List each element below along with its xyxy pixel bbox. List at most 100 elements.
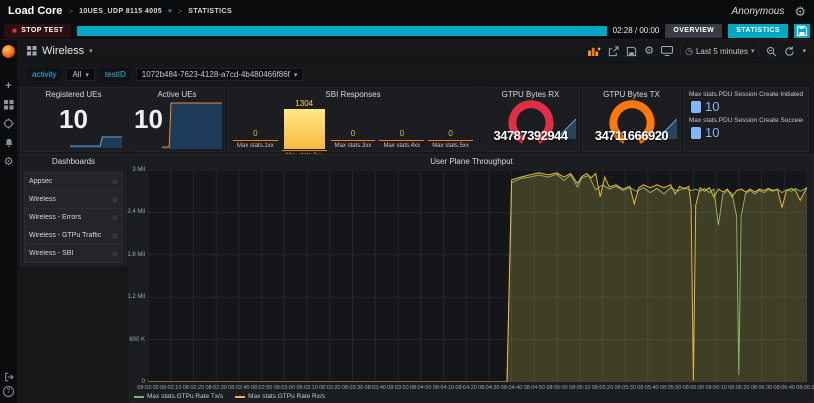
testid-filter-select[interactable]: 1072b484-7623-4128-a7cd-4b480466f86f ▾ bbox=[136, 68, 304, 81]
x-tick-label: 08:02:40 bbox=[228, 385, 249, 391]
throughput-plot[interactable] bbox=[148, 170, 807, 382]
x-tick-label: 08:05:00 bbox=[546, 385, 567, 391]
star-icon[interactable]: ☆ bbox=[112, 232, 118, 240]
chevron-down-icon[interactable]: ▾ bbox=[168, 7, 172, 15]
stat-label: Max stats.PDU Session Create Succeeded bbox=[689, 117, 803, 124]
sbi-value: 1304 bbox=[295, 99, 313, 109]
dashboard-grid-icon bbox=[27, 46, 37, 56]
chart-panels-icon[interactable] bbox=[588, 46, 601, 56]
y-tick-label: 600 K bbox=[129, 337, 145, 343]
user-plane-throughput-panel[interactable]: User Plane Throughput 3 Mil2.4 Mil1.8 Mi… bbox=[129, 154, 814, 403]
save-dashboard-icon[interactable] bbox=[626, 46, 637, 57]
legend-item[interactable]: Max stats.GTPu Rate Rx/s bbox=[235, 393, 325, 400]
breadcrumb-test-name[interactable]: 10UES_UDP 8115 4005 bbox=[79, 8, 162, 15]
pdu-succeeded-stat: Max stats.PDU Session Create Succeeded 1… bbox=[689, 117, 803, 140]
settings-gear-icon[interactable]: ⚙ bbox=[2, 155, 15, 168]
chart-title: User Plane Throughput bbox=[130, 155, 813, 166]
breadcrumb-separator: > bbox=[178, 7, 183, 16]
dashboards-panel: Dashboards Appsec ☆ Wireless ☆ Wireless … bbox=[20, 154, 127, 266]
active-ues-panel[interactable]: Active UEs 10 bbox=[129, 87, 225, 152]
x-tick-label: 08:05:30 bbox=[614, 385, 635, 391]
save-results-button[interactable] bbox=[794, 24, 810, 38]
chevron-down-icon[interactable]: ▾ bbox=[89, 47, 93, 55]
sbi-value: 0 bbox=[351, 129, 355, 139]
sign-in-icon[interactable] bbox=[2, 370, 15, 383]
x-tick-label: 08:05:10 bbox=[569, 385, 590, 391]
x-tick-label: 08:04:30 bbox=[478, 385, 499, 391]
gtpu-bytes-rx-value: 34787392944 bbox=[482, 128, 579, 143]
star-icon[interactable]: ☆ bbox=[112, 214, 118, 222]
add-icon[interactable]: + bbox=[2, 79, 15, 92]
activity-filter-label: activity bbox=[27, 68, 61, 81]
pdu-session-stats-panel[interactable]: Max stats.PDU Session Create Initiated 1… bbox=[683, 87, 809, 152]
x-tick-label: 08:06:00 bbox=[683, 385, 704, 391]
gtpu-bytes-tx-panel[interactable]: GTPU Bytes TX 34711666920 bbox=[582, 87, 681, 152]
gear-icon[interactable]: ⚙ bbox=[794, 5, 806, 18]
dashboard-item-wireless[interactable]: Wireless ☆ bbox=[24, 190, 123, 208]
x-tick-label: 08:06:50 bbox=[796, 385, 814, 391]
dashboard-item-label: Wireless - SBI bbox=[29, 250, 73, 257]
activity-filter-select[interactable]: All ▾ bbox=[66, 68, 94, 81]
sbi-bar-chart: 0 Max stats.1xx 1304 Max stats.2xx 0 Max… bbox=[231, 99, 475, 149]
x-axis: 08:02:0008:02:1008:02:2008:02:3008:02:40… bbox=[148, 385, 807, 393]
time-range-picker[interactable]: ◷ Last 5 minutes ▾ bbox=[680, 46, 759, 57]
panel-title: Active UEs bbox=[130, 88, 224, 99]
tv-mode-icon[interactable] bbox=[661, 46, 673, 56]
progress-fill bbox=[77, 26, 606, 36]
x-tick-label: 08:03:30 bbox=[342, 385, 363, 391]
dashboard-item-wireless-sbi[interactable]: Wireless - SBI ☆ bbox=[24, 244, 123, 263]
stop-icon: ■ bbox=[12, 27, 17, 35]
x-tick-label: 08:03:10 bbox=[296, 385, 317, 391]
alerts-bell-icon[interactable] bbox=[2, 136, 15, 149]
dashboard-item-wireless-errors[interactable]: Wireless - Errors ☆ bbox=[24, 208, 123, 226]
explore-compass-icon[interactable] bbox=[2, 117, 15, 130]
dashboard-item-label: Wireless - GTPu Traffic bbox=[29, 232, 101, 239]
test-progress-bar bbox=[77, 26, 606, 36]
grafana-logo[interactable] bbox=[2, 45, 15, 58]
overview-button[interactable]: OVERVIEW bbox=[665, 24, 722, 38]
dashboard-item-wireless-gtpu-traffic[interactable]: Wireless - GTPu Traffic ☆ bbox=[24, 226, 123, 244]
panel-title: SBI Responses bbox=[228, 88, 478, 99]
dashboard-item-label: Appsec bbox=[29, 178, 52, 185]
star-icon[interactable]: ☆ bbox=[112, 178, 118, 186]
sbi-responses-panel[interactable]: SBI Responses 0 Max stats.1xx 1304 Max s… bbox=[227, 87, 479, 152]
legend-label: Max stats.GTPu Rate Rx/s bbox=[248, 393, 325, 400]
share-icon[interactable] bbox=[608, 46, 619, 57]
dashboard-toolbar: Wireless ▾ ⚙ ◷ Last 5 min bbox=[17, 40, 814, 63]
refresh-icon[interactable] bbox=[784, 46, 795, 57]
sbi-bar-col-2xx: 1304 Max stats.2xx bbox=[282, 99, 327, 149]
sbi-bar-label: Max stats.4xx bbox=[383, 141, 420, 149]
legend-label: Max stats.GTPu Rate Tx/s bbox=[147, 393, 223, 400]
stat-color-swatch bbox=[691, 101, 701, 113]
help-icon[interactable]: ? bbox=[3, 386, 14, 397]
statistics-button[interactable]: STATISTICS bbox=[728, 24, 788, 38]
pdu-initiated-stat: Max stats.PDU Session Create Initiated 1… bbox=[689, 91, 803, 114]
dashboard-item-appsec[interactable]: Appsec ☆ bbox=[24, 172, 123, 190]
zoom-out-icon[interactable] bbox=[766, 46, 777, 57]
app-window: Load Core > 10UES_UDP 8115 4005 ▾ > STAT… bbox=[0, 0, 814, 403]
registered-ues-panel[interactable]: Registered UEs 10 bbox=[20, 87, 127, 152]
stop-test-button[interactable]: ■ STOP TEST bbox=[4, 24, 71, 38]
legend-item[interactable]: Max stats.GTPu Rate Tx/s bbox=[134, 393, 223, 400]
top-bar: Load Core > 10UES_UDP 8115 4005 ▾ > STAT… bbox=[0, 0, 814, 22]
gtpu-bytes-rx-panel[interactable]: GTPU Bytes RX 34787392944 bbox=[481, 87, 580, 152]
panel-title: Registered UEs bbox=[21, 88, 126, 99]
star-icon[interactable]: ☆ bbox=[112, 250, 118, 258]
dashboard-name[interactable]: Wireless bbox=[42, 45, 84, 57]
dashboards-grid-icon[interactable] bbox=[2, 98, 15, 111]
app-title: Load Core bbox=[8, 5, 62, 17]
star-icon[interactable]: ☆ bbox=[112, 196, 118, 204]
active-ues-area-sparkline bbox=[162, 101, 222, 149]
x-tick-label: 08:05:20 bbox=[592, 385, 613, 391]
breadcrumb-page-statistics[interactable]: STATISTICS bbox=[188, 8, 232, 15]
gtpu-bytes-tx-value: 34711666920 bbox=[583, 128, 680, 143]
dashboard-settings-gear-icon[interactable]: ⚙ bbox=[644, 46, 654, 57]
x-tick-label: 08:06:40 bbox=[774, 385, 795, 391]
clock-icon: ◷ bbox=[685, 47, 693, 56]
time-range-label: Last 5 minutes bbox=[696, 47, 748, 56]
stop-test-label: STOP TEST bbox=[21, 27, 63, 34]
refresh-interval-caret-icon[interactable]: ▾ bbox=[802, 47, 806, 55]
user-name[interactable]: Anonymous bbox=[732, 6, 785, 17]
active-ues-value: 10 bbox=[134, 104, 163, 135]
panel-title: Dashboards bbox=[21, 155, 126, 166]
